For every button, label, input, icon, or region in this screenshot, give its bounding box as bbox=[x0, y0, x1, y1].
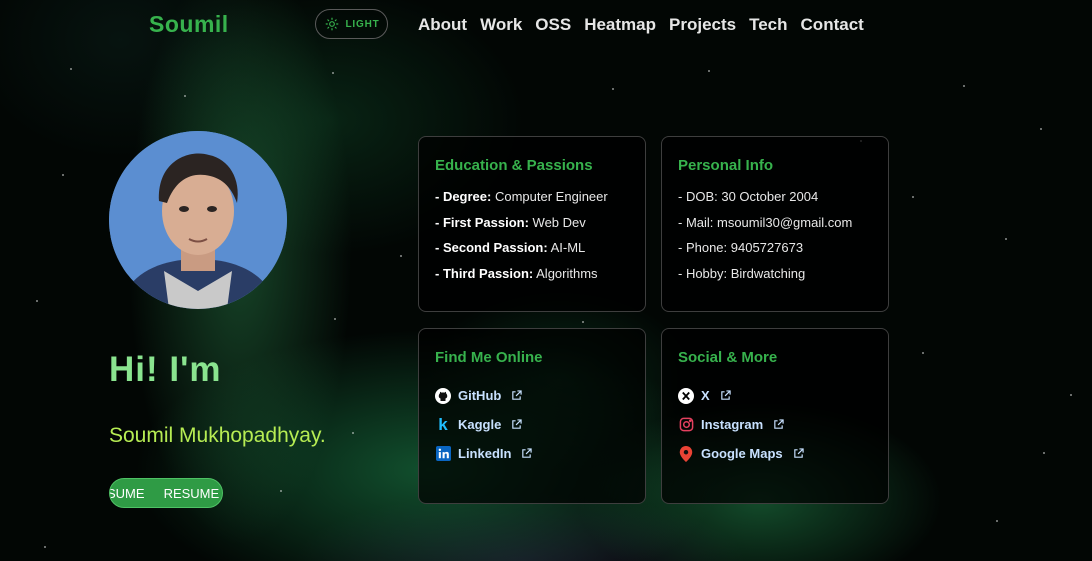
github-link[interactable]: GitHub bbox=[435, 381, 629, 410]
social-title: Social & More bbox=[678, 349, 778, 366]
kaggle-label: Kaggle bbox=[458, 417, 502, 432]
personal-hobby: - Hobby: Birdwatching bbox=[678, 265, 806, 281]
personal-info-card: Personal Info - DOB: 30 October 2004 - M… bbox=[661, 136, 889, 312]
profile-avatar bbox=[109, 131, 287, 309]
nav-about[interactable]: About bbox=[418, 15, 467, 35]
external-link-icon bbox=[512, 419, 523, 429]
education-row: - Second Passion: AI-ML bbox=[435, 240, 586, 255]
google-maps-label: Google Maps bbox=[701, 446, 783, 461]
external-link-icon bbox=[512, 390, 523, 400]
github-label: GitHub bbox=[458, 388, 502, 403]
personal-title: Personal Info bbox=[678, 157, 774, 174]
linkedin-link[interactable]: LinkedIn bbox=[435, 439, 629, 468]
nav-work[interactable]: Work bbox=[480, 15, 522, 35]
external-link-icon bbox=[793, 448, 804, 458]
x-label: X bbox=[701, 388, 710, 403]
site-logo[interactable]: Soumil bbox=[149, 11, 229, 38]
linkedin-label: LinkedIn bbox=[458, 446, 512, 461]
theme-toggle-button[interactable]: LIGHT bbox=[315, 9, 388, 39]
nav-tech[interactable]: Tech bbox=[749, 15, 787, 35]
resume-button[interactable]: SUME RESUME bbox=[109, 478, 223, 508]
education-row: - First Passion: Web Dev bbox=[435, 214, 586, 230]
theme-toggle-label: LIGHT bbox=[345, 18, 380, 30]
find-online-card: Find Me Online GitHub k Kaggle LinkedIn bbox=[418, 328, 646, 504]
education-title: Education & Passions bbox=[435, 157, 593, 174]
hero-name: Soumil Mukhopadhyay. bbox=[109, 424, 326, 447]
nav-projects[interactable]: Projects bbox=[669, 15, 736, 35]
linkedin-icon bbox=[435, 446, 451, 462]
google-maps-link[interactable]: Google Maps bbox=[678, 439, 872, 468]
kaggle-icon: k bbox=[438, 414, 448, 434]
instagram-link[interactable]: Instagram bbox=[678, 410, 872, 439]
education-row: - Third Passion: Algorithms bbox=[435, 265, 598, 281]
personal-dob: - DOB: 30 October 2004 bbox=[678, 189, 819, 204]
sun-icon bbox=[324, 16, 340, 32]
nav-contact[interactable]: Contact bbox=[801, 15, 864, 35]
social-card: Social & More X Instagram Google Maps bbox=[661, 328, 889, 504]
external-link-icon bbox=[720, 390, 731, 400]
find-online-title: Find Me Online bbox=[435, 349, 543, 366]
github-icon bbox=[435, 387, 451, 404]
education-row: - Degree: Computer Engineer bbox=[435, 189, 608, 204]
x-icon bbox=[678, 387, 694, 404]
nav-oss[interactable]: OSS bbox=[535, 15, 571, 35]
main-nav: About Work OSS Heatmap Projects Tech Con… bbox=[418, 15, 864, 35]
resume-ghost-text: SUME bbox=[109, 485, 145, 501]
instagram-icon bbox=[678, 417, 694, 433]
instagram-label: Instagram bbox=[701, 417, 764, 432]
external-link-icon bbox=[774, 419, 784, 429]
external-link-icon bbox=[522, 448, 533, 458]
education-card: Education & Passions - Degree: Computer … bbox=[418, 136, 646, 312]
nav-heatmap[interactable]: Heatmap bbox=[584, 15, 656, 35]
x-link[interactable]: X bbox=[678, 381, 872, 410]
hero-greeting: Hi! I'm bbox=[109, 350, 222, 389]
kaggle-link[interactable]: k Kaggle bbox=[435, 410, 629, 439]
personal-phone: - Phone: 9405727673 bbox=[678, 240, 804, 255]
map-pin-icon bbox=[678, 445, 694, 462]
resume-label: RESUME bbox=[163, 485, 220, 501]
personal-mail: - Mail: msoumil30@gmail.com bbox=[678, 214, 853, 230]
